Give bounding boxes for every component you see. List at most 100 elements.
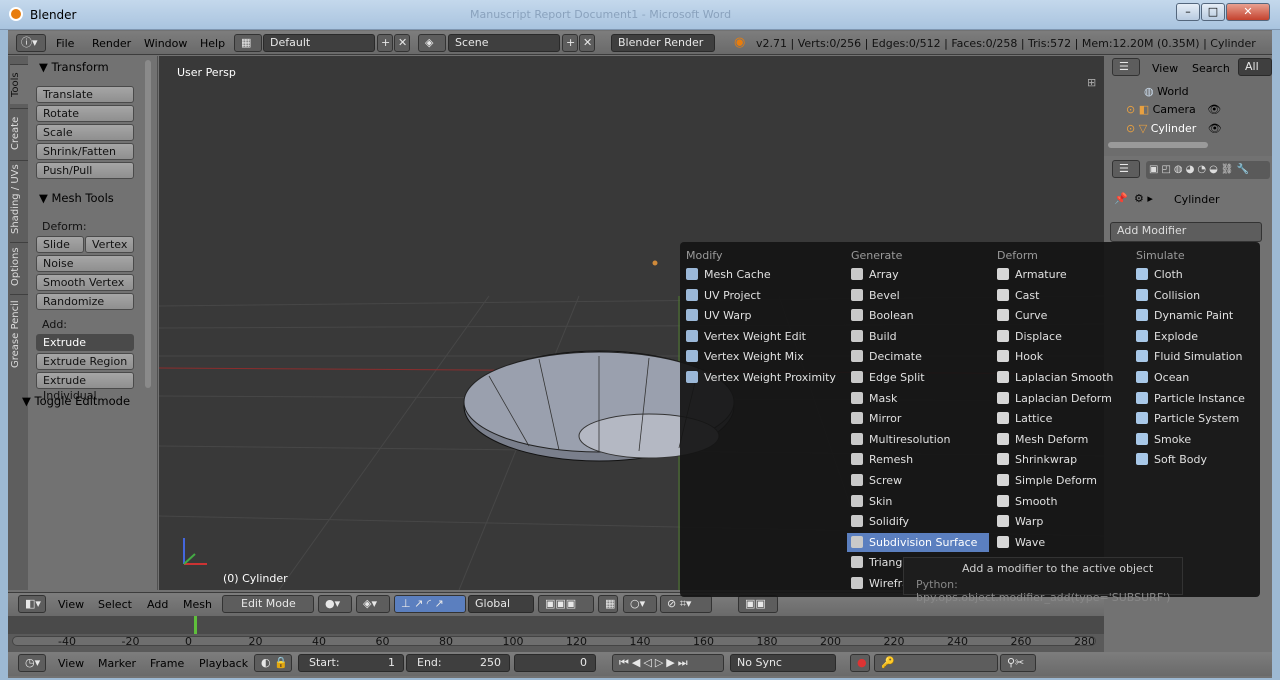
modifier-item-warp[interactable]: Warp <box>993 512 1135 531</box>
menu-select[interactable]: Select <box>98 598 132 611</box>
scale-button[interactable]: Scale <box>36 124 134 141</box>
outliner-scrollbar[interactable] <box>1108 142 1208 148</box>
snap-buttons[interactable]: ⊘ ⌗▾ <box>660 595 712 613</box>
tl-menu-view[interactable]: View <box>58 657 84 670</box>
modifier-item-explode[interactable]: Explode <box>1132 327 1254 346</box>
modifier-item-remesh[interactable]: Remesh <box>847 450 989 469</box>
proportional-dropdown[interactable]: ○▾ <box>623 595 657 613</box>
modifier-item-laplacian-smooth[interactable]: Laplacian Smooth <box>993 368 1135 387</box>
editor-type-button[interactable]: ⓘ▾ <box>16 34 46 52</box>
outliner-item-cylinder[interactable]: ⊙ ▽ Cylinder 👁 <box>1126 122 1222 140</box>
rotate-button[interactable]: Rotate <box>36 105 134 122</box>
modifier-item-subdivision-surface[interactable]: Subdivision Surface <box>847 532 989 552</box>
manipulator-buttons[interactable]: ⊥ ↗ ◜ ↗ <box>394 595 466 613</box>
add-layout-button[interactable]: + <box>377 34 393 52</box>
visibility-eye-icon[interactable]: 👁 <box>1207 103 1221 116</box>
timeline-scrollbar[interactable] <box>12 636 1096 646</box>
timeline[interactable]: -40 -20 0 20 40 60 80 100 120 140 160 180 200 220 240 2… <box>8 616 1104 652</box>
modifier-item-dynamic-paint[interactable]: Dynamic Paint <box>1132 306 1254 325</box>
outliner-view-menu[interactable]: View <box>1152 62 1178 75</box>
orientation-dropdown[interactable]: Global <box>468 595 534 613</box>
modifier-item-lattice[interactable]: Lattice <box>993 409 1135 428</box>
modifier-item-mirror[interactable]: Mirror <box>847 409 989 428</box>
minimize-button[interactable]: – <box>1176 3 1200 21</box>
slide-edge-button[interactable]: Slide Ed <box>36 236 84 266</box>
layout-field[interactable]: Default <box>263 34 375 52</box>
tl-menu-marker[interactable]: Marker <box>98 657 136 670</box>
viewport-editor-button[interactable]: ◧▾ <box>18 595 46 613</box>
select-mode-buttons[interactable]: ▣▣▣ <box>538 595 594 613</box>
pivot-dropdown[interactable]: ◈▾ <box>356 595 390 613</box>
menu-render[interactable]: Render <box>92 37 131 50</box>
shading-dropdown[interactable]: ●▾ <box>318 595 352 613</box>
modifier-item-uv-warp[interactable]: UV Warp <box>682 306 824 325</box>
modifier-item-cloth[interactable]: Cloth <box>1132 265 1254 284</box>
extrude-dropdown[interactable]: Extrude <box>36 334 134 351</box>
modifier-item-simple-deform[interactable]: Simple Deform <box>993 471 1135 490</box>
modifier-item-laplacian-deform[interactable]: Laplacian Deform <box>993 389 1135 408</box>
tab-options[interactable]: Options <box>10 242 28 290</box>
maximize-button[interactable]: □ <box>1201 3 1225 21</box>
tab-create[interactable]: Create <box>10 108 28 158</box>
modifier-item-screw[interactable]: Screw <box>847 471 989 490</box>
toolshelf-scrollbar[interactable] <box>145 60 151 388</box>
render-engine-dropdown[interactable]: Blender Render <box>611 34 715 52</box>
modifier-item-multiresolution[interactable]: Multiresolution <box>847 430 989 449</box>
mode-dropdown[interactable]: Edit Mode <box>222 595 314 613</box>
modifier-item-bevel[interactable]: Bevel <box>847 286 989 305</box>
modifier-item-mesh-cache[interactable]: Mesh Cache <box>682 265 824 284</box>
viewport-corner-plus-icon[interactable]: ⊞ <box>1087 76 1096 89</box>
remove-layout-button[interactable]: ✕ <box>394 34 410 52</box>
translate-button[interactable]: Translate <box>36 86 134 103</box>
modifier-item-ocean[interactable]: Ocean <box>1132 368 1254 387</box>
properties-context-tabs[interactable]: ▣◰◍◕◔◒⛓🔧 <box>1146 161 1270 179</box>
modifier-item-mesh-deform[interactable]: Mesh Deform <box>993 430 1135 449</box>
modifier-item-cast[interactable]: Cast <box>993 286 1135 305</box>
properties-editor-button[interactable]: ☰ <box>1112 160 1140 178</box>
sync-dropdown[interactable]: No Sync <box>730 654 836 672</box>
modifier-item-fluid-simulation[interactable]: Fluid Simulation <box>1132 347 1254 366</box>
menu-file[interactable]: File <box>56 37 74 50</box>
keying-set-field[interactable]: 🔑 <box>874 654 998 672</box>
outliner-editor-button[interactable]: ☰ <box>1112 58 1140 76</box>
tab-grease-pencil[interactable]: Grease Pencil <box>10 294 28 374</box>
modifier-item-collision[interactable]: Collision <box>1132 286 1254 305</box>
pin-icon[interactable]: 📌 <box>1114 192 1128 205</box>
noise-button[interactable]: Noise <box>36 255 134 272</box>
tab-tools[interactable]: Tools <box>10 64 28 104</box>
outliner-search-menu[interactable]: Search <box>1192 62 1230 75</box>
modifier-item-armature[interactable]: Armature <box>993 265 1135 284</box>
start-frame-field[interactable]: Start: 1 <box>298 654 404 672</box>
occlude-button[interactable]: ▦ <box>598 595 618 613</box>
modifier-item-soft-body[interactable]: Soft Body <box>1132 450 1254 469</box>
modifier-item-displace[interactable]: Displace <box>993 327 1135 346</box>
modifier-item-vertex-weight-proximity[interactable]: Vertex Weight Proximity <box>682 368 836 387</box>
transform-header[interactable]: ▼ Transform <box>39 60 109 74</box>
modifier-item-particle-instance[interactable]: Particle Instance <box>1132 389 1254 408</box>
menu-add[interactable]: Add <box>147 598 168 611</box>
shrink-fatten-button[interactable]: Shrink/Fatten <box>36 143 134 160</box>
outliner-item-world[interactable]: ◍ World <box>1144 85 1189 103</box>
push-pull-button[interactable]: Push/Pull <box>36 162 134 179</box>
end-frame-field[interactable]: End: 250 <box>406 654 510 672</box>
modifier-item-vertex-weight-mix[interactable]: Vertex Weight Mix <box>682 347 824 366</box>
current-frame-marker[interactable] <box>194 616 197 634</box>
modifier-item-wave[interactable]: Wave <box>993 533 1135 552</box>
modifier-item-smooth[interactable]: Smooth <box>993 492 1135 511</box>
modifier-item-decimate[interactable]: Decimate <box>847 347 989 366</box>
playback-controls[interactable]: ⏮◀◁▷▶⏭ <box>612 654 724 672</box>
modifier-item-skin[interactable]: Skin <box>847 492 989 511</box>
tl-menu-playback[interactable]: Playback <box>199 657 248 670</box>
remove-scene-button[interactable]: ✕ <box>579 34 595 52</box>
scene-icon[interactable]: ◈ <box>418 34 446 52</box>
modifier-item-shrinkwrap[interactable]: Shrinkwrap <box>993 450 1135 469</box>
menu-view[interactable]: View <box>58 598 84 611</box>
render-buttons[interactable]: ▣▣ <box>738 595 778 613</box>
modifier-item-hook[interactable]: Hook <box>993 347 1135 366</box>
smooth-vertex-button[interactable]: Smooth Vertex <box>36 274 134 291</box>
modifier-item-particle-system[interactable]: Particle System <box>1132 409 1254 428</box>
modifier-item-smoke[interactable]: Smoke <box>1132 430 1254 449</box>
layout-icon[interactable]: ▦ <box>234 34 262 52</box>
menu-help[interactable]: Help <box>200 37 225 50</box>
scene-field[interactable]: Scene <box>448 34 560 52</box>
